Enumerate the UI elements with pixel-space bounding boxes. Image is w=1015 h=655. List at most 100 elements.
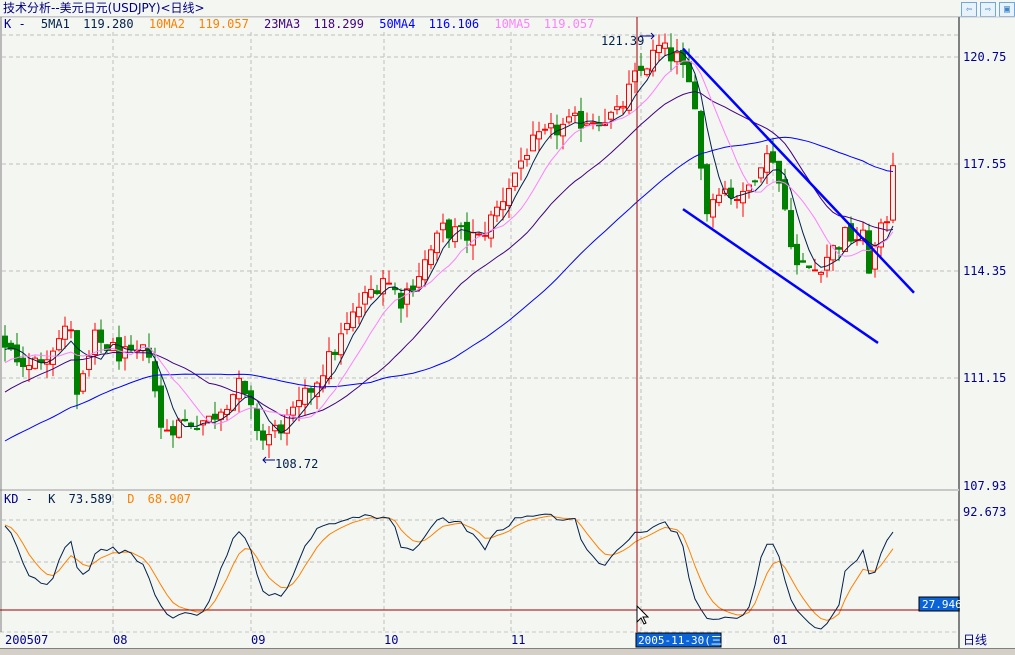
candles [2, 33, 896, 459]
candle [428, 245, 434, 270]
kd-d-line [4, 515, 894, 621]
kd-k-label: K [48, 492, 56, 506]
candle-body [434, 232, 440, 254]
candle [68, 320, 74, 339]
candle-body [584, 123, 590, 126]
candle [536, 121, 542, 151]
grid [2, 32, 959, 632]
candle-body [92, 329, 98, 355]
candle-body [806, 265, 812, 269]
candle-body [386, 282, 392, 285]
candle [2, 325, 8, 362]
candle-body [788, 210, 794, 248]
candle [302, 379, 308, 416]
candle [398, 288, 404, 323]
time-label: 08 [113, 633, 127, 647]
ma3-line [4, 90, 894, 419]
candle-body [116, 337, 122, 362]
candle-body [98, 329, 104, 343]
legend-ma5-label: 10MA5 [494, 17, 530, 31]
candle [638, 52, 644, 77]
time-label: 09 [251, 633, 265, 647]
candle [224, 404, 230, 421]
candle [794, 234, 800, 275]
legend-ma1-value: 119.280 [83, 17, 134, 31]
candle [800, 252, 806, 263]
candle-body [56, 338, 62, 351]
candle [518, 147, 524, 181]
candle-body [512, 172, 518, 187]
candle [542, 123, 548, 135]
low-annotation: 108.72 [275, 457, 318, 471]
candle [236, 370, 242, 413]
candle [8, 340, 14, 351]
candle [182, 409, 188, 422]
candle [572, 106, 578, 123]
candle-body [20, 357, 26, 368]
candle-body [440, 222, 446, 231]
candle [92, 322, 98, 365]
candle [530, 121, 536, 152]
candle-body [320, 375, 326, 389]
candle-body [344, 323, 350, 331]
price-tick: 107.93 [963, 479, 1006, 493]
candle [752, 179, 758, 186]
candle [98, 319, 104, 354]
candle [278, 420, 284, 441]
candle [512, 172, 518, 191]
candle-body [674, 52, 680, 63]
kd-d-value: 68.907 [148, 492, 191, 506]
price-tick: 120.75 [963, 50, 1006, 64]
candle [878, 218, 884, 259]
candle-body [518, 160, 524, 169]
candle-body [368, 288, 374, 298]
candle [368, 275, 374, 300]
candle-body [656, 44, 662, 54]
candle-body [296, 400, 302, 408]
candle [608, 110, 614, 129]
candle-body [644, 68, 650, 76]
candle [806, 265, 812, 270]
candle-body [206, 415, 212, 423]
candle-body [302, 387, 308, 405]
candle-body [308, 388, 314, 393]
candle-body [800, 260, 806, 263]
candle-body [740, 190, 746, 204]
time-label: 10 [384, 633, 398, 647]
candle-body [80, 373, 86, 392]
candle-body [698, 111, 704, 169]
candle [332, 349, 338, 361]
candle-body [356, 306, 362, 318]
candle-body [620, 105, 626, 109]
candle [776, 160, 782, 192]
ma4-line [4, 136, 894, 442]
candle-body [188, 422, 194, 427]
candle-body [764, 153, 770, 173]
candle-body [746, 184, 752, 192]
period-label[interactable]: 日线 [963, 633, 987, 647]
candle [704, 162, 710, 222]
stock-chart[interactable]: K - 5MA1 119.280 10MA2 119.057 23MA3 118… [0, 0, 1015, 648]
candle-body [818, 271, 824, 275]
candle [716, 187, 722, 207]
candle [560, 117, 566, 150]
candle [740, 182, 746, 217]
candle [566, 109, 572, 125]
legend-ma5-value: 119.057 [544, 17, 595, 31]
candle-body [794, 243, 800, 266]
candle-body [704, 164, 710, 215]
candle-body [542, 128, 548, 131]
legend-ma3-value: 118.299 [313, 17, 364, 31]
candle-body [476, 233, 482, 236]
candle-body [662, 42, 668, 49]
cursor-date: 2005-11-30(三) [638, 634, 728, 647]
candle-body [488, 214, 494, 239]
candle [380, 270, 386, 306]
legend-ma1-label: 5MA1 [41, 17, 70, 31]
candle [584, 112, 590, 127]
candle [62, 316, 68, 349]
candle-body [734, 198, 740, 201]
candle [830, 244, 836, 271]
candle-body [254, 408, 260, 432]
candle-body [506, 188, 512, 207]
